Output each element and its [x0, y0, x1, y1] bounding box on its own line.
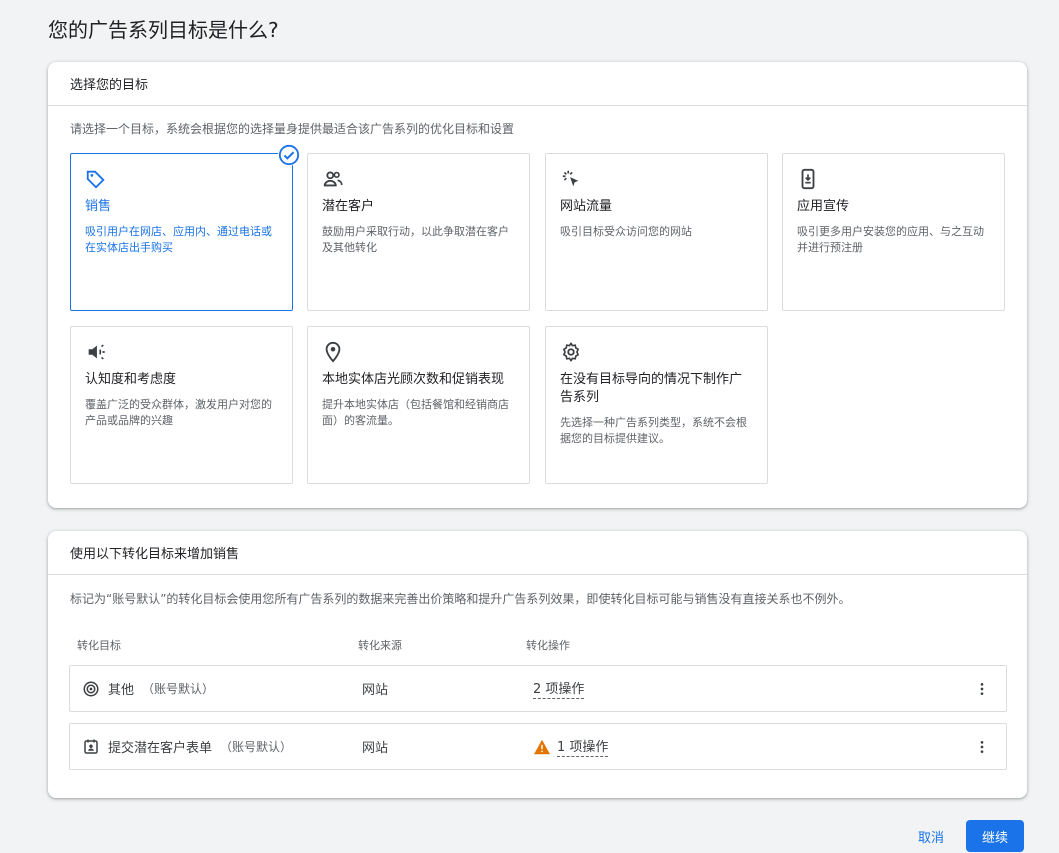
conversion-section-description: 标记为“账号默认”的转化目标会使用您所有广告系列的数据来完善出价策略和提升广告系… [70, 592, 851, 606]
goal-title: 网站流量 [560, 199, 613, 214]
cancel-button[interactable]: 取消 [918, 827, 944, 846]
goal-description: 提升本地实体店（包括餐馆和经销商店面）的客流量。 [322, 398, 509, 427]
goal-title: 在没有目标导向的情况下制作广告系列 [560, 372, 743, 405]
click-icon [562, 170, 579, 187]
column-header-goal: 转化目标 [77, 639, 121, 652]
continue-button[interactable]: 继续 [966, 820, 1024, 852]
conversion-actions-link[interactable]: 2 项操作 [533, 678, 585, 699]
goal-description: 覆盖广泛的受众群体，激发用户对您的产品或品牌的兴趣 [85, 398, 272, 427]
conversion-goal-name: 其他 [108, 683, 135, 698]
conversion-source: 网站 [362, 683, 389, 698]
goal-title: 潜在客户 [322, 199, 375, 214]
page-title: 您的广告系列目标是什么? [48, 18, 279, 42]
goal-tile-traffic[interactable]: 网站流量 吸引目标受众访问您的网站 [545, 153, 768, 311]
megaphone-icon [88, 344, 105, 360]
contact-form-icon [84, 739, 98, 754]
gear-icon [563, 342, 579, 362]
goal-title: 认知度和考虑度 [85, 372, 177, 387]
goal-title: 应用宣传 [797, 199, 850, 214]
goal-tile-local-store[interactable]: 本地实体店光顾次数和促销表现 提升本地实体店（包括餐馆和经销商店面）的客流量。 [307, 326, 530, 484]
actions-cell: 2 项操作 [533, 678, 585, 699]
more-vert-icon [980, 682, 984, 695]
goal-tile-leads[interactable]: 潜在客户 鼓励用户采取行动，以此争取潜在客户及其他转化 [307, 153, 530, 311]
more-vert-icon [980, 740, 984, 753]
default-tag: （账号默认） [142, 682, 215, 696]
goal-selection-card: 选择您的目标 请选择一个目标，系统会根据您的选择量身提供最适合该广告系列的优化目… [48, 62, 1027, 508]
goal-tile-no-goal[interactable]: 在没有目标导向的情况下制作广告系列 先选择一种广告系列类型，系统不会根据您的目标… [545, 326, 768, 484]
goal-section-description: 请选择一个目标，系统会根据您的选择量身提供最适合该广告系列的优化目标和设置 [70, 122, 515, 136]
tag-icon [86, 170, 105, 189]
goal-cell: 提交潜在客户表单 （账号默认） [82, 737, 292, 756]
footer-actions: 取消 继续 [918, 820, 1024, 852]
goal-cell: 其他 （账号默认） [82, 679, 214, 698]
location-pin-icon [325, 341, 341, 363]
goal-title: 本地实体店光顾次数和促销表现 [322, 372, 505, 387]
default-tag: （账号默认） [220, 740, 293, 754]
goal-description: 吸引用户在网店、应用内、通过电话或在实体店出手购买 [85, 225, 272, 254]
goal-tile-sales[interactable]: 销售 吸引用户在网店、应用内、通过电话或在实体店出手购买 [70, 144, 300, 311]
table-row: 提交潜在客户表单 （账号默认） 网站 1 项操作 [69, 723, 1007, 770]
table-row: 其他 （账号默认） 网站 2 项操作 [69, 665, 1007, 712]
conversion-goals-card: 使用以下转化目标来增加销售 标记为“账号默认”的转化目标会使用您所有广告系列的数… [48, 531, 1027, 798]
goal-tile-awareness[interactable]: 认知度和考虑度 覆盖广泛的受众群体，激发用户对您的产品或品牌的兴趣 [70, 326, 293, 484]
column-header-source: 转化来源 [358, 639, 402, 652]
actions-cell: 1 项操作 [533, 736, 609, 757]
goal-section-header: 选择您的目标 [48, 62, 1027, 106]
target-icon [83, 681, 99, 696]
conversion-section-header: 使用以下转化目标来增加销售 [48, 531, 1027, 575]
warning-icon [534, 739, 550, 754]
conversion-source: 网站 [362, 741, 389, 756]
goal-title: 销售 [85, 199, 112, 214]
more-options-button[interactable] [972, 737, 992, 757]
more-options-button[interactable] [972, 679, 992, 699]
goal-description: 吸引目标受众访问您的网站 [560, 225, 692, 238]
conversion-goal-name: 提交潜在客户表单 [108, 741, 213, 756]
goal-description: 先选择一种广告系列类型，系统不会根据您的目标提供建议。 [560, 416, 747, 445]
goal-description: 鼓励用户采取行动，以此争取潜在客户及其他转化 [322, 225, 509, 254]
phone-download-icon [801, 168, 815, 190]
goal-tile-app-promotion[interactable]: 应用宣传 吸引更多用户安装您的应用、与之互动并进行预注册 [782, 153, 1005, 311]
check-circle-icon [278, 144, 300, 166]
goal-description: 吸引更多用户安装您的应用、与之互动并进行预注册 [797, 225, 984, 254]
people-icon [323, 171, 343, 187]
conversion-actions-link[interactable]: 1 项操作 [557, 736, 609, 757]
column-header-actions: 转化操作 [526, 639, 570, 652]
